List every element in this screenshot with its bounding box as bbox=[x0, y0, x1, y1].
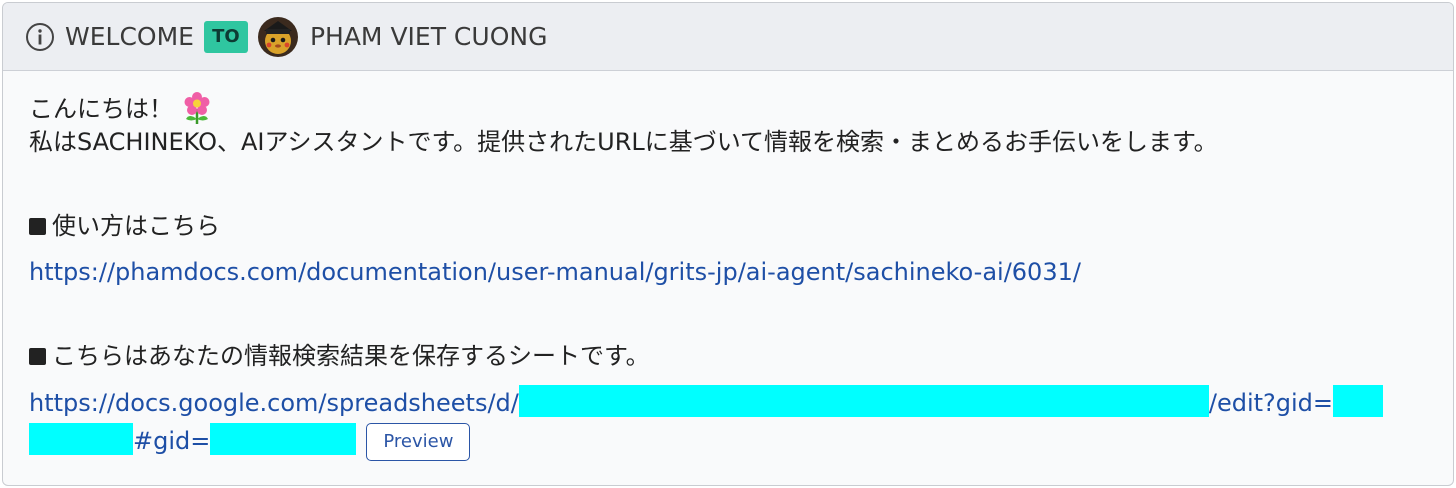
redacted-sheet-id bbox=[518, 385, 1209, 417]
redacted-gid-cont bbox=[29, 423, 133, 455]
to-badge: TO bbox=[203, 20, 248, 53]
user-name: PHAM VIET CUONG bbox=[309, 22, 548, 51]
intro-line: 私はSACHINEKO、AIアシスタントです。提供されたURLに基づいて情報を検… bbox=[29, 128, 1218, 156]
card-header: WELCOME TO PHAM VIET CUONG bbox=[3, 3, 1453, 71]
info-circle-icon bbox=[25, 22, 55, 52]
sheet-link-prefix[interactable]: https://docs.google.com/spreadsheets/d/ bbox=[29, 389, 519, 417]
greeting-line: こんにちは！ bbox=[29, 91, 1427, 125]
sheet-heading-text: こちらはあなたの情報検索結果を保存するシートです。 bbox=[52, 342, 650, 370]
usage-link[interactable]: https://phamdocs.com/documentation/user-… bbox=[29, 258, 1081, 286]
usage-heading: 使い方はこちら bbox=[29, 209, 1427, 243]
welcome-text: WELCOME bbox=[65, 22, 194, 51]
greeting-text: こんにちは！ bbox=[29, 95, 173, 123]
flower-icon bbox=[181, 91, 213, 125]
welcome-card: WELCOME TO PHAM VIET CUONG こんにちは！ 私はSACH… bbox=[2, 2, 1454, 486]
sheet-link-mid[interactable]: /edit?gid= bbox=[1209, 389, 1333, 417]
black-square-icon bbox=[29, 218, 46, 235]
redacted-gid-2 bbox=[210, 423, 357, 455]
sheet-link-line: https://docs.google.com/spreadsheets/d/ /… bbox=[29, 385, 1427, 419]
sheet-heading: こちらはあなたの情報検索結果を保存するシートです。 bbox=[29, 339, 1427, 373]
usage-heading-text: 使い方はこちら bbox=[52, 212, 220, 240]
redacted-gid bbox=[1333, 385, 1384, 417]
black-square-icon bbox=[29, 348, 46, 365]
avatar bbox=[257, 16, 298, 57]
preview-button[interactable]: Preview bbox=[366, 423, 471, 461]
sheet-link-line-2: #gid= Preview bbox=[29, 423, 1427, 461]
usage-link-line: https://phamdocs.com/documentation/user-… bbox=[29, 255, 1427, 289]
sheet-link-suffix[interactable]: #gid= bbox=[133, 427, 210, 455]
message-body: こんにちは！ 私はSACHINEKO、AIアシスタントです。提供されたURLに基… bbox=[3, 71, 1453, 461]
